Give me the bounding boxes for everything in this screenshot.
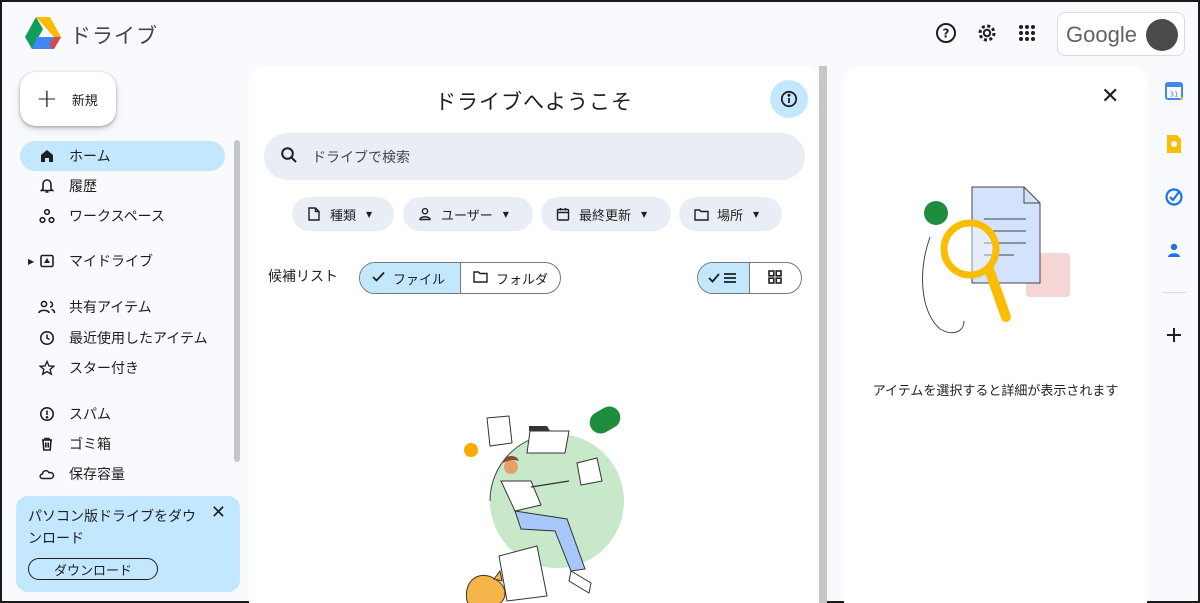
welcome-illustration bbox=[457, 401, 657, 603]
list-view-button[interactable] bbox=[698, 263, 750, 293]
grid-view-button[interactable] bbox=[750, 263, 802, 293]
svg-text:31: 31 bbox=[1170, 91, 1179, 99]
filter-people[interactable]: ユーザー ▼ bbox=[403, 197, 533, 231]
keep-icon[interactable] bbox=[1162, 132, 1186, 156]
sidebar-item-label: 最近使用したアイテム bbox=[69, 331, 208, 347]
cloud-icon bbox=[38, 465, 56, 483]
info-icon[interactable] bbox=[770, 80, 808, 118]
tasks-icon[interactable] bbox=[1162, 185, 1186, 209]
spam-icon bbox=[38, 405, 56, 423]
sidebar-item-home[interactable]: ホーム bbox=[20, 141, 225, 171]
check-icon bbox=[372, 271, 385, 286]
check-icon bbox=[708, 273, 720, 283]
layout-toggle bbox=[697, 262, 802, 294]
google-wordmark: Google bbox=[1066, 22, 1137, 47]
calendar-icon[interactable]: 31 bbox=[1162, 79, 1186, 103]
clock-icon bbox=[38, 329, 56, 347]
file-icon bbox=[306, 206, 322, 222]
main-panel: ドライブへようこそ ドライブで検索 種類 ▼ ユーザー ▼ 最終更新 ▼ 場所 … bbox=[249, 66, 819, 603]
folders-tab[interactable]: フォルダ bbox=[461, 263, 560, 293]
filter-label: 最終更新 bbox=[579, 208, 632, 224]
folders-tab-label: フォルダ bbox=[496, 272, 549, 288]
new-button[interactable]: + 新規 bbox=[20, 72, 116, 126]
chevron-down-icon: ▼ bbox=[502, 209, 509, 219]
folder-icon bbox=[473, 270, 488, 287]
sidebar-item-trash[interactable]: ゴミ箱 bbox=[20, 429, 225, 459]
grid-icon bbox=[768, 269, 783, 288]
sidebar-item-activity[interactable]: 履歴 bbox=[20, 171, 225, 201]
home-icon bbox=[38, 147, 56, 165]
main-scrollbar[interactable] bbox=[819, 66, 827, 603]
files-folders-toggle: ファイル フォルダ bbox=[359, 262, 561, 294]
sidebar-item-recent[interactable]: 最近使用したアイテム bbox=[20, 323, 225, 353]
filter-label: ユーザー bbox=[441, 208, 493, 224]
sidebar-item-my-drive[interactable]: ▶ マイドライブ bbox=[20, 246, 225, 276]
chevron-down-icon: ▼ bbox=[641, 209, 648, 219]
filter-label: 種類 bbox=[330, 208, 357, 224]
sidebar-item-label: ゴミ箱 bbox=[69, 437, 111, 453]
side-panel-divider bbox=[1162, 292, 1186, 293]
svg-text:?: ? bbox=[943, 27, 950, 41]
sidebar-item-label: ホーム bbox=[69, 149, 111, 165]
sidebar-item-label: スパム bbox=[69, 407, 111, 423]
new-button-label: 新規 bbox=[71, 93, 98, 109]
help-icon[interactable]: ? bbox=[934, 21, 958, 45]
search-input[interactable]: ドライブで検索 bbox=[312, 147, 410, 167]
contacts-icon[interactable] bbox=[1162, 238, 1186, 262]
gear-icon[interactable] bbox=[975, 21, 999, 45]
search-icon[interactable] bbox=[280, 146, 298, 168]
add-icon[interactable] bbox=[1162, 323, 1186, 347]
person-icon bbox=[417, 206, 433, 222]
trash-icon bbox=[38, 435, 56, 453]
close-icon[interactable]: ✕ bbox=[1101, 84, 1119, 109]
sidebar-item-label: スター付き bbox=[69, 361, 139, 377]
details-panel: ✕ アイテムを選択すると詳細が表示されます bbox=[844, 66, 1147, 603]
sidebar-item-label: ワークスペース bbox=[69, 209, 165, 225]
files-tab[interactable]: ファイル bbox=[360, 263, 461, 293]
page-title: ドライブへようこそ bbox=[435, 90, 633, 114]
sidebar-scrollbar[interactable] bbox=[234, 140, 240, 462]
desktop-download-promo: パソコン版ドライブをダウンロード ✕ ダウンロード bbox=[16, 496, 240, 592]
close-icon[interactable]: ✕ bbox=[211, 502, 226, 523]
suggested-label: 候補リスト bbox=[268, 269, 338, 285]
avatar[interactable] bbox=[1146, 19, 1178, 51]
sidebar-item-workspaces[interactable]: ワークスペース bbox=[20, 201, 225, 231]
app-title: ドライブ bbox=[70, 24, 158, 48]
filter-label: 場所 bbox=[717, 208, 744, 224]
search-bar[interactable]: ドライブで検索 bbox=[264, 133, 805, 180]
sidebar-item-label: 履歴 bbox=[69, 179, 97, 195]
sidebar-item-label: マイドライブ bbox=[69, 254, 153, 270]
star-icon bbox=[38, 359, 56, 377]
sidebar-item-storage[interactable]: 保存容量 bbox=[20, 459, 225, 489]
apps-grid-icon[interactable] bbox=[1015, 21, 1039, 45]
folder-icon bbox=[693, 206, 709, 222]
calendar-icon bbox=[555, 206, 571, 222]
details-empty-message: アイテムを選択すると詳細が表示されます bbox=[872, 384, 1119, 399]
my-drive-icon bbox=[38, 252, 56, 270]
list-icon bbox=[724, 273, 737, 283]
drive-logo-icon[interactable] bbox=[24, 16, 62, 50]
expand-caret-icon[interactable]: ▶ bbox=[28, 257, 34, 266]
promo-text: パソコン版ドライブをダウンロード bbox=[28, 509, 196, 547]
bell-icon bbox=[38, 177, 56, 195]
chevron-down-icon: ▼ bbox=[753, 209, 760, 219]
chevron-down-icon: ▼ bbox=[366, 209, 373, 219]
plus-icon: + bbox=[36, 84, 58, 114]
sidebar-item-label: 共有アイテム bbox=[69, 300, 152, 316]
shared-people-icon bbox=[38, 298, 56, 316]
account-switcher[interactable]: Google bbox=[1057, 12, 1185, 56]
sidebar-item-spam[interactable]: スパム bbox=[20, 399, 225, 429]
sidebar-item-label: 保存容量 bbox=[69, 467, 125, 483]
sidebar-item-shared[interactable]: 共有アイテム bbox=[20, 292, 225, 322]
filter-modified[interactable]: 最終更新 ▼ bbox=[541, 197, 671, 231]
details-illustration bbox=[914, 181, 1079, 341]
top-bar: ドライブ ? Google bbox=[2, 2, 1198, 64]
download-button[interactable]: ダウンロード bbox=[28, 558, 158, 580]
files-tab-label: ファイル bbox=[393, 272, 446, 288]
filter-type[interactable]: 種類 ▼ bbox=[292, 197, 394, 231]
workspaces-icon bbox=[38, 207, 56, 225]
filter-location[interactable]: 場所 ▼ bbox=[679, 197, 782, 231]
sidebar-item-starred[interactable]: スター付き bbox=[20, 353, 225, 383]
